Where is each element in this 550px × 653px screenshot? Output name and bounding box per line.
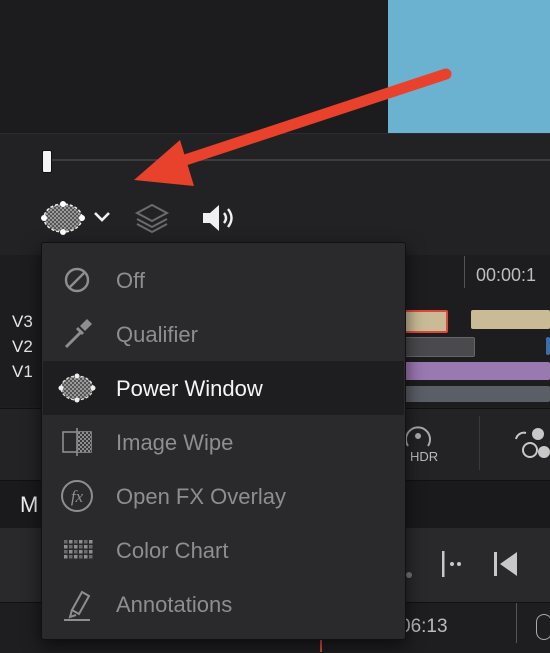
mark-in-icon[interactable]	[438, 548, 466, 580]
layers-icon[interactable]	[134, 202, 170, 234]
go-to-start-icon[interactable]	[490, 548, 520, 580]
menu-item-label: Qualifier	[116, 322, 198, 347]
menu-item-open-fx-overlay[interactable]: fx Open FX Overlay	[43, 469, 404, 523]
panel-title: M	[20, 492, 39, 517]
marker-icon	[58, 586, 96, 622]
fx-icon: fx	[58, 478, 96, 514]
ruler-tick	[516, 603, 517, 643]
hdr-label: HDR	[410, 449, 439, 464]
color-chart-icon	[58, 532, 96, 568]
chevron-down-icon[interactable]	[92, 208, 112, 226]
scrubber-bar	[0, 133, 550, 194]
svg-text:fx: fx	[71, 487, 84, 506]
menu-item-label: Color Chart	[116, 538, 229, 563]
clip-v2[interactable]	[404, 337, 475, 357]
window-mode-menu: Off Qualifier Power Window Image Wipe fx…	[41, 242, 406, 640]
power-window-icon[interactable]	[40, 199, 86, 237]
ruler-glyph	[536, 614, 550, 640]
menu-item-label: Power Window	[116, 376, 263, 401]
menu-item-label: Open FX Overlay	[116, 484, 286, 509]
menu-item-image-wipe[interactable]: Image Wipe	[43, 415, 404, 469]
scrubber-playhead[interactable]	[42, 150, 52, 173]
eyedropper-icon	[58, 316, 96, 352]
clip-v2-blue[interactable]	[546, 337, 550, 355]
track-label-v1: V1	[12, 362, 33, 381]
clip-v3-selected[interactable]	[404, 310, 448, 333]
track-label-v3: V3	[12, 312, 33, 331]
menu-item-label: Off	[116, 268, 145, 293]
clip-v3[interactable]	[471, 310, 550, 329]
hdr-wheel-icon[interactable]	[404, 422, 432, 450]
menu-item-color-chart[interactable]: Color Chart	[43, 523, 404, 577]
motion-tools-icon[interactable]	[512, 425, 550, 461]
dot-indicator	[406, 572, 412, 578]
ruler-tick	[464, 256, 465, 288]
menu-item-label: Annotations	[116, 592, 233, 617]
clip-audio[interactable]	[404, 386, 550, 402]
clip-v1[interactable]	[404, 362, 550, 380]
playhead-marker	[320, 638, 322, 652]
track-label-v2: V2	[12, 337, 33, 356]
menu-item-power-window[interactable]: Power Window	[43, 361, 404, 415]
ruler-timecode: 06:13	[400, 616, 448, 637]
power-window-icon	[58, 370, 96, 406]
menu-item-qualifier[interactable]: Qualifier	[43, 307, 404, 361]
off-icon	[58, 262, 96, 298]
viewer-frame	[388, 0, 550, 133]
timeline-timecode: 00:00:1	[476, 265, 537, 285]
menu-item-label: Image Wipe	[116, 430, 234, 455]
divider	[479, 416, 480, 470]
scrubber-track[interactable]	[52, 159, 550, 161]
image-wipe-icon	[58, 424, 96, 460]
menu-item-off[interactable]: Off	[43, 253, 404, 307]
menu-item-annotations[interactable]: Annotations	[43, 577, 404, 631]
speaker-icon[interactable]	[200, 202, 238, 234]
